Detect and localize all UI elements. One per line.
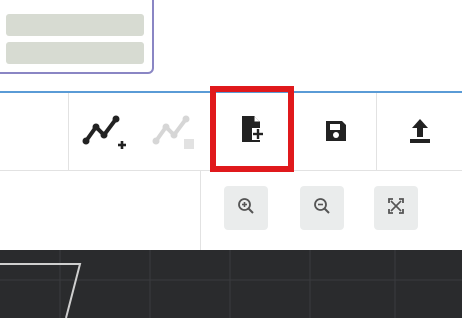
dropdown-option[interactable] xyxy=(6,14,144,36)
save-button[interactable] xyxy=(304,102,368,160)
dropdown-option[interactable] xyxy=(6,42,144,64)
toolbar-divider xyxy=(200,171,201,250)
upload-button[interactable] xyxy=(388,102,452,160)
add-line-disabled-icon xyxy=(148,109,196,153)
zoom-out-button[interactable] xyxy=(300,186,344,230)
upload-icon xyxy=(406,117,434,145)
add-line-button[interactable] xyxy=(72,102,136,160)
add-line-icon xyxy=(80,109,128,153)
toolbar-divider xyxy=(68,93,69,170)
save-icon xyxy=(323,118,349,144)
add-file-button[interactable] xyxy=(210,86,294,172)
canvas-grid xyxy=(0,250,462,318)
add-file-icon xyxy=(238,114,266,144)
dropdown-panel xyxy=(0,0,154,74)
drawing-canvas[interactable] xyxy=(0,250,462,318)
zoom-in-icon xyxy=(237,197,255,220)
toolbar-divider xyxy=(376,93,377,170)
add-line-disabled-button[interactable] xyxy=(140,102,204,160)
zoom-out-icon xyxy=(313,197,331,220)
zoom-in-button[interactable] xyxy=(224,186,268,230)
fit-to-screen-button[interactable] xyxy=(374,186,418,230)
fit-to-screen-icon xyxy=(387,197,405,220)
